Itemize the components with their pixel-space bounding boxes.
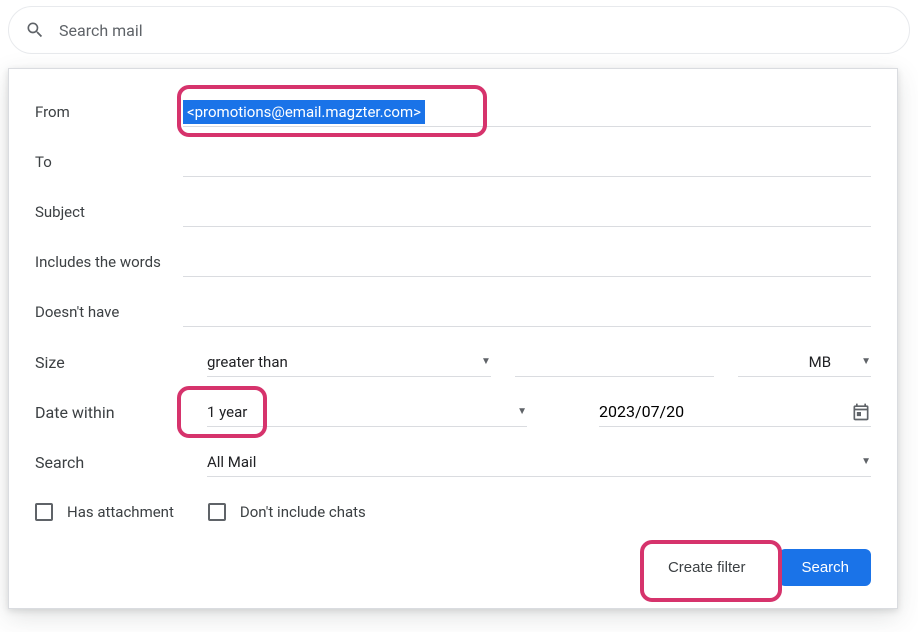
has-attachment-checkbox[interactable]: Has attachment xyxy=(35,503,174,521)
size-operator-dropdown[interactable]: greater than ▼ xyxy=(207,347,491,377)
includes-label: Includes the words xyxy=(35,253,183,271)
size-label: Size xyxy=(35,353,183,372)
date-within-label: Date within xyxy=(35,403,183,422)
checkbox-icon xyxy=(35,503,53,521)
chevron-down-icon: ▼ xyxy=(481,356,491,367)
date-value: 2023/07/20 xyxy=(599,402,684,421)
search-placeholder: Search mail xyxy=(59,21,143,40)
subject-label: Subject xyxy=(35,203,183,221)
from-field[interactable]: <promotions@email.magzter.com> xyxy=(183,97,871,127)
dont-include-chats-checkbox[interactable]: Don't include chats xyxy=(208,503,366,521)
from-value-selected: <promotions@email.magzter.com> xyxy=(183,100,425,124)
date-range-value: 1 year xyxy=(207,403,247,421)
search-icon xyxy=(25,20,45,40)
size-operator-value: greater than xyxy=(207,353,288,371)
search-scope-label: Search xyxy=(35,453,183,472)
search-button[interactable]: Search xyxy=(779,549,871,586)
dont-include-chats-label: Don't include chats xyxy=(240,503,366,521)
search-bar[interactable]: Search mail xyxy=(8,6,910,54)
size-unit-value: MB xyxy=(809,353,831,371)
search-scope-dropdown[interactable]: All Mail ▼ xyxy=(207,447,871,477)
date-range-dropdown[interactable]: 1 year ▼ xyxy=(207,397,527,427)
doesnt-have-label: Doesn't have xyxy=(35,303,183,321)
checkbox-icon xyxy=(208,503,226,521)
from-label: From xyxy=(35,103,183,121)
includes-field[interactable] xyxy=(183,247,871,277)
size-value-field[interactable] xyxy=(515,347,714,377)
search-scope-value: All Mail xyxy=(207,453,256,471)
chevron-down-icon: ▼ xyxy=(861,356,871,367)
to-label: To xyxy=(35,153,183,171)
calendar-icon[interactable] xyxy=(851,402,871,422)
chevron-down-icon: ▼ xyxy=(517,406,527,417)
has-attachment-label: Has attachment xyxy=(67,503,174,521)
size-unit-dropdown[interactable]: MB ▼ xyxy=(738,347,871,377)
doesnt-have-field[interactable] xyxy=(183,297,871,327)
chevron-down-icon: ▼ xyxy=(861,456,871,467)
date-field[interactable]: 2023/07/20 xyxy=(599,397,871,427)
create-filter-button[interactable]: Create filter xyxy=(654,549,760,586)
subject-field[interactable] xyxy=(183,197,871,227)
to-field[interactable] xyxy=(183,147,871,177)
search-filter-panel: From <promotions@email.magzter.com> To S… xyxy=(8,68,898,609)
